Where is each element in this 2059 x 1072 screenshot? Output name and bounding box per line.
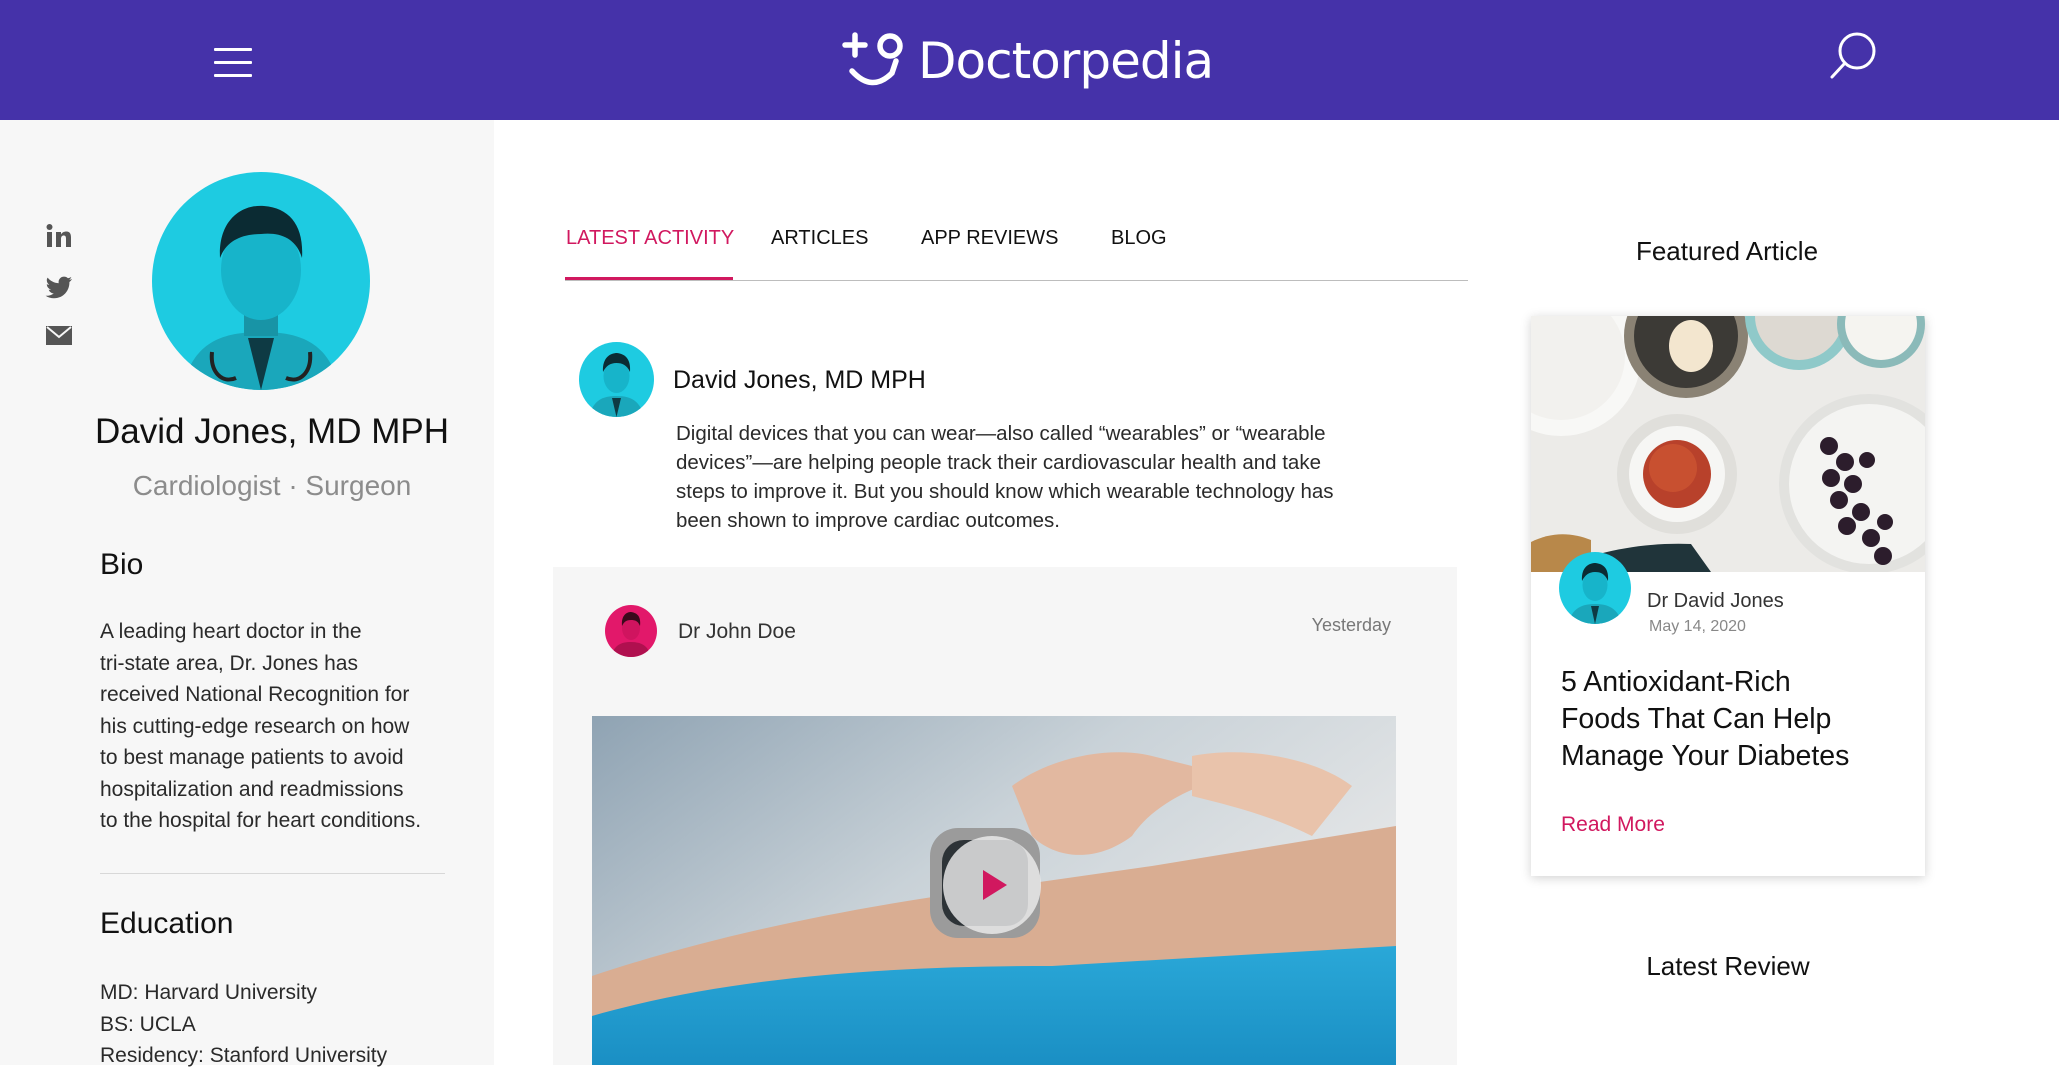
tab-blog[interactable]: BLOG — [1111, 227, 1167, 250]
bio-line: received National Recognition for — [100, 683, 410, 706]
latest-review-heading: Latest Review — [1646, 951, 1810, 981]
tab-latest-activity[interactable]: LATEST ACTIVITY — [566, 227, 734, 250]
bio-line: to best manage patients to avoid — [100, 746, 404, 769]
play-icon — [983, 870, 1007, 900]
post-timestamp: Yesterday — [1311, 615, 1391, 635]
post-author-name[interactable]: David Jones, MD MPH — [673, 366, 926, 395]
brand-name: Doctorpedia — [918, 32, 1214, 90]
post-text-line: been shown to improve cardiac outcomes. — [676, 509, 1061, 532]
section-divider — [100, 873, 445, 874]
post-text: Digital devices that you can wear—also c… — [676, 419, 1396, 535]
read-more-link[interactable]: Read More — [1561, 813, 1665, 837]
bio-line: tri-state area, Dr. Jones has — [100, 651, 358, 675]
post-author-avatar[interactable] — [579, 342, 654, 417]
active-tab-indicator — [565, 277, 733, 280]
tab-articles[interactable]: ARTICLES — [771, 227, 868, 250]
search-icon[interactable] — [1828, 30, 1878, 82]
video-post-card: Dr John Doe Yesterday — [553, 567, 1457, 1065]
twitter-icon[interactable] — [44, 272, 74, 302]
featured-article-image[interactable] — [1531, 316, 1925, 572]
education-item: BS: UCLA — [100, 1012, 196, 1036]
bio-line: his cutting-edge research on how — [100, 714, 410, 738]
post-text-line: steps to improve it. But you should know… — [676, 480, 1334, 503]
headline-line: Manage Your Diabetes — [1561, 740, 1850, 772]
bio-text: A leading heart doctor in the tri-state … — [100, 616, 460, 837]
top-navbar: Doctorpedia — [0, 0, 2059, 120]
education-list: MD: Harvard University BS: UCLA Residenc… — [100, 977, 387, 1072]
profile-specialty: Cardiologist · Surgeon — [132, 470, 412, 501]
post-author-name[interactable]: Dr John Doe — [678, 620, 796, 644]
featured-author-name[interactable]: Dr David Jones — [1647, 590, 1784, 613]
bio-line: hospitalization and readmissions — [100, 777, 404, 801]
featured-article-card[interactable]: Dr David Jones May 14, 2020 5 Antioxidan… — [1531, 316, 1925, 876]
profile-avatar — [152, 172, 370, 390]
headline-line: 5 Antioxidant-Rich — [1561, 666, 1791, 698]
headline-line: Foods That Can Help — [1561, 703, 1832, 735]
profile-sidebar: David Jones, MD MPH Cardiologist · Surge… — [0, 120, 494, 1067]
featured-date: May 14, 2020 — [1649, 618, 1746, 635]
profile-name: David Jones, MD MPH — [95, 412, 449, 451]
education-item: Residency: Stanford University — [100, 1044, 388, 1067]
tab-app-reviews[interactable]: APP REVIEWS — [921, 227, 1058, 250]
logo-mark-icon — [842, 32, 903, 86]
post-text-line: Digital devices that you can wear—also c… — [676, 422, 1326, 445]
bio-line: A leading heart doctor in the — [100, 620, 362, 643]
bio-line: to the hospital for heart conditions. — [100, 809, 422, 832]
post-author-avatar[interactable] — [605, 605, 657, 657]
featured-article-heading: Featured Article — [1635, 236, 1819, 266]
post-text-line: devices”—are helping people track their … — [676, 451, 1321, 474]
education-heading: Education — [100, 907, 234, 940]
play-button[interactable] — [943, 836, 1041, 934]
featured-article-title[interactable]: 5 Antioxidant-Rich Foods That Can Help M… — [1561, 664, 1901, 775]
linkedin-icon[interactable] — [44, 222, 74, 252]
education-item: MD: Harvard University — [100, 981, 318, 1004]
email-icon[interactable] — [44, 320, 74, 350]
brand-logo[interactable]: Doctorpedia — [842, 30, 1214, 92]
bio-heading: Bio — [100, 548, 144, 581]
menu-icon[interactable] — [214, 48, 252, 78]
profile-tabs: LATEST ACTIVITY ARTICLES APP REVIEWS BLO… — [565, 220, 1468, 281]
featured-author-avatar[interactable] — [1559, 552, 1631, 624]
